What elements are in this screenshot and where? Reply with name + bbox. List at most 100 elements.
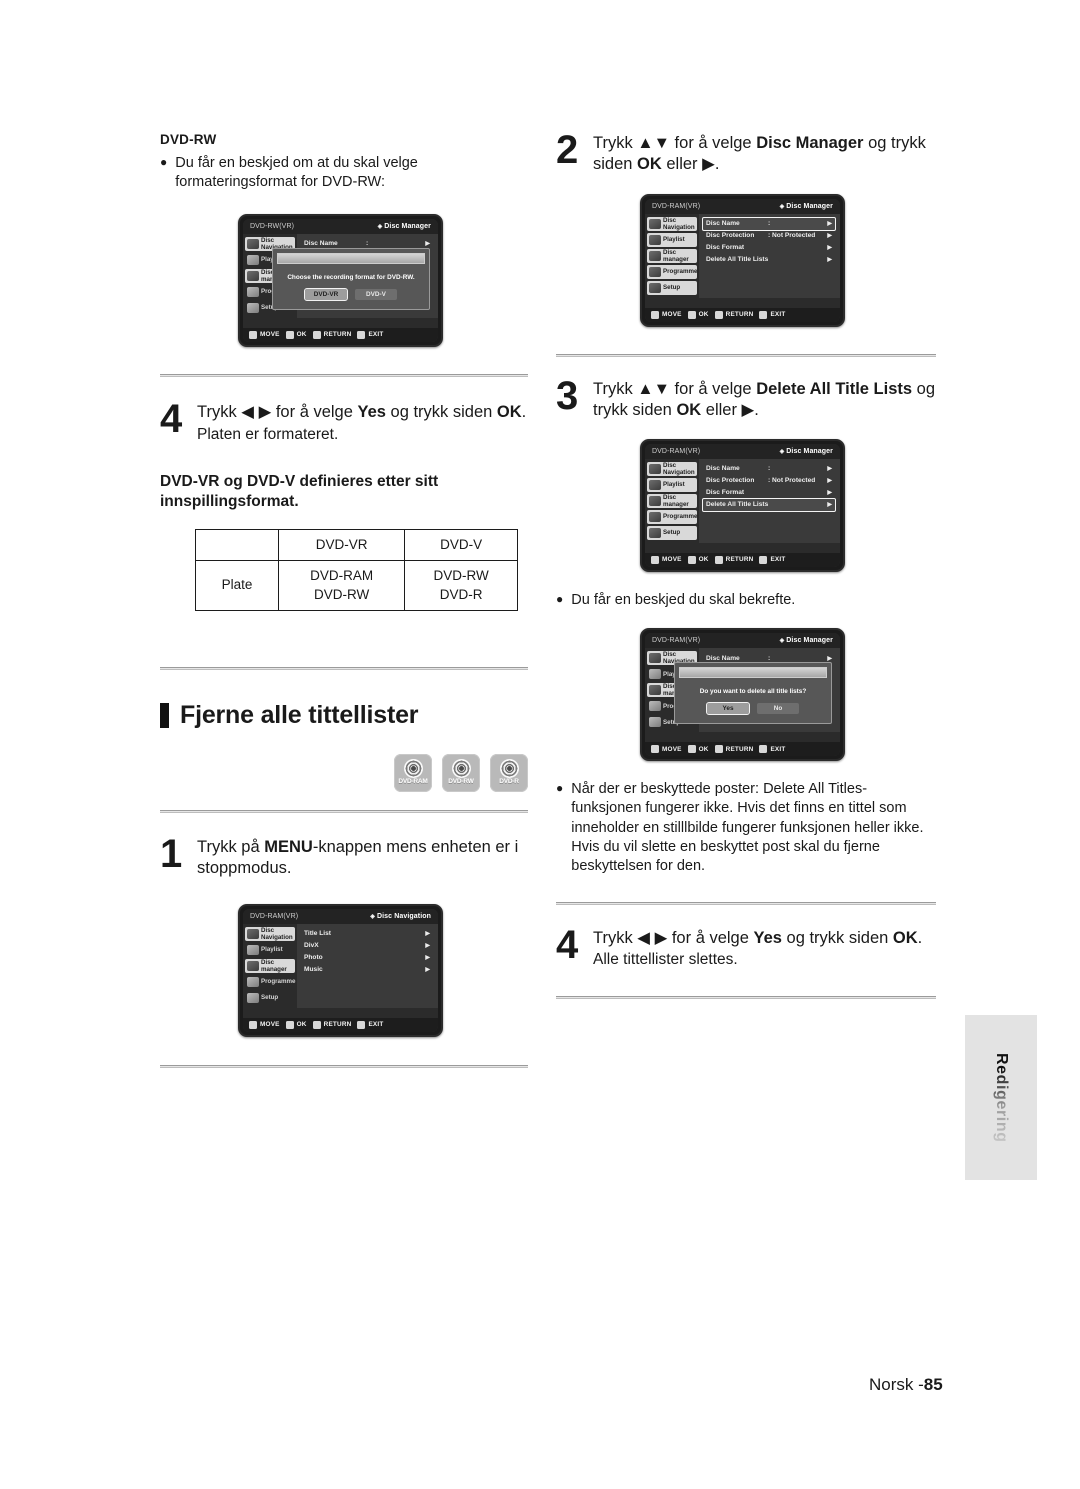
osd-sidebar-item-setup[interactable]: Setup (245, 991, 295, 1005)
foot-return: RETURN (714, 745, 754, 754)
osd-sidebar-item-setup[interactable]: Setup (647, 280, 697, 295)
osd-sidebar-item-disc-navigation[interactable]: Disc Navigation (245, 926, 295, 941)
dialog-yes-button[interactable]: Yes (706, 702, 750, 716)
step-number: 3 (556, 373, 578, 418)
osd-disc-label: DVD-RAM(VR) (652, 447, 701, 455)
move-key-icon (249, 1020, 257, 1029)
osd-row-delete-all-title-lists[interactable]: Delete All Title Lists ▶ (703, 254, 835, 266)
osd-row-photo[interactable]: Photo ▶ (301, 952, 433, 964)
disc-manager-icon (649, 250, 661, 261)
setup-gear-icon (649, 527, 661, 538)
programme-icon (649, 266, 661, 277)
osd-screen-title: ◈ Disc Navigation (370, 912, 431, 920)
osd-footbar: MOVE OK RETURN EXIT (645, 307, 840, 322)
osd-row-disc-format[interactable]: Disc Format ▶ (703, 487, 835, 499)
setup-gear-icon (247, 302, 259, 313)
page-footer: Norsk -85 (869, 1375, 943, 1395)
setup-gear-icon (247, 992, 259, 1003)
osd-sidebar-item-programme[interactable]: Programme (647, 509, 697, 524)
manual-page: DVD-RW ● Du får en beskjed om at du skal… (0, 0, 1080, 1489)
right-bullet-confirm: ● Du får en beskjed du skal bekrefte. (556, 591, 936, 610)
table-header-dvd-vr: DVD-VR (277, 528, 406, 561)
chevron-right-icon: ▶ (827, 502, 832, 509)
diamond-icon: ◈ (779, 203, 785, 210)
divider-rule-1 (160, 373, 528, 377)
badge-dvd-ram: DVD-RAM (394, 753, 432, 792)
osd-sidebar-item-disc-manager[interactable]: Disc manager (647, 493, 697, 508)
setup-gear-icon (649, 717, 661, 728)
confirm-dialog: Do you want to delete all title lists? Y… (674, 662, 832, 725)
osd-sidebar-item-playlist[interactable]: Playlist (647, 477, 697, 492)
osd-sidebar-item-disc-navigation[interactable]: Disc Navigation (647, 216, 697, 231)
left-right-arrow-icon: ◀ ▶ (241, 402, 272, 421)
move-key-icon (651, 555, 659, 564)
setup-gear-icon (649, 282, 661, 293)
foot-return: RETURN (714, 555, 754, 564)
chevron-right-icon: ▶ (425, 967, 430, 974)
dialog-dvd-v-button[interactable]: DVD-V (355, 288, 397, 300)
osd-sidebar-item-setup[interactable]: Setup (647, 525, 697, 540)
dialog-dvd-vr-button[interactable]: DVD-VR (304, 287, 348, 301)
step-number: 1 (160, 831, 182, 876)
bullet-dot-icon: ● (556, 591, 564, 606)
playlist-icon (649, 234, 661, 245)
osd-spacer (645, 732, 840, 743)
plate-table: DVD-VR DVD-V Plate DVD-RAM DVD-RW DVD-RW D… (195, 528, 518, 611)
osd-footbar: MOVE OK RETURN EXIT (243, 327, 438, 342)
osd-row-divx[interactable]: DivX ▶ (301, 940, 433, 952)
chevron-right-icon: ▶ (425, 943, 430, 950)
osd-row-music[interactable]: Music ▶ (301, 964, 433, 976)
osd-row-title-list[interactable]: Title List ▶ (301, 928, 433, 940)
step-2-right: 2 Trykk ▲▼ for å velge Disc Manager og t… (556, 130, 936, 175)
osd-screen-format-choice: DVD-RW(VR) ◈Disc Manager Disc Navigation… (238, 213, 528, 347)
osd-disc-label: DVD-RAM(VR) (652, 202, 701, 210)
osd-row-disc-protection[interactable]: Disc Protection: Not Protected ▶ (703, 475, 835, 487)
osd-sidebar-item-programme[interactable]: Programme (647, 264, 697, 279)
osd-sidebar-item-playlist[interactable]: Playlist (647, 232, 697, 247)
step-body: Trykk ◀ ▶ for å velge Yes og trykk siden… (593, 927, 936, 971)
foot-return: RETURN (312, 330, 352, 339)
osd-sidebar: Disc Navigation Playlist Disc manager Pr… (645, 458, 699, 543)
osd-row-disc-name[interactable]: Disc Name: ▶ (703, 463, 835, 475)
ok-key-icon (687, 745, 696, 754)
osd-row-disc-format[interactable]: Disc Format ▶ (703, 242, 835, 254)
dialog-no-button[interactable]: No (757, 703, 799, 715)
foot-exit: EXIT (759, 555, 785, 564)
return-key-icon (714, 310, 723, 319)
chevron-right-icon: ▶ (827, 490, 832, 497)
return-key-icon (312, 1020, 321, 1029)
osd-sidebar-item-disc-manager[interactable]: Disc manager (245, 958, 295, 973)
osd-sidebar-item-playlist[interactable]: Playlist (245, 943, 295, 957)
osd-footbar: MOVE OK RETURN EXIT (645, 742, 840, 757)
osd-sidebar-item-programme[interactable]: Programme (245, 975, 295, 989)
move-key-icon (651, 310, 659, 319)
exit-key-icon (357, 1020, 366, 1029)
left-column: DVD-RW ● Du får en beskjed om at du skal… (160, 132, 528, 1068)
playlist-icon (247, 254, 259, 265)
osd-content: Disc Name: ▶ Disc Protection: Not Protect… (699, 214, 840, 298)
badge-dvd-rw: DVD-RW (442, 753, 480, 792)
ok-key-icon (285, 1020, 294, 1029)
osd-sidebar-item-disc-navigation[interactable]: Disc Navigation (647, 461, 697, 476)
osd-row-disc-protection[interactable]: Disc Protection: Not Protected ▶ (703, 230, 835, 242)
chevron-right-icon: ▶ (827, 245, 832, 252)
chevron-right-icon: ▶ (827, 257, 832, 264)
foot-return: RETURN (312, 1020, 352, 1029)
chevron-right-icon: ▶ (425, 955, 430, 962)
programme-icon (247, 976, 259, 987)
osd-row-delete-all-title-lists[interactable]: Delete All Title Lists ▶ (702, 497, 836, 512)
osd-row-disc-name[interactable]: Disc Name: ▶ (702, 216, 836, 231)
chevron-right-icon: ▶ (827, 478, 832, 485)
disc-navigation-icon (649, 653, 661, 664)
disc-navigation-icon (649, 218, 661, 229)
table-row-header: DVD-VR DVD-V (195, 528, 518, 561)
chevron-right-icon: ▶ (425, 241, 430, 248)
osd-content: Disc Name: ▶ Disc Protection: Not Protect… (699, 459, 840, 543)
right-column: 2 Trykk ▲▼ for å velge Disc Manager og t… (556, 130, 936, 999)
divider-rule-r1 (556, 353, 936, 357)
foot-ok: OK (285, 330, 307, 339)
disc-navigation-icon (649, 463, 661, 474)
osd-sidebar-item-disc-manager[interactable]: Disc manager (647, 248, 697, 263)
format-note: DVD-VR og DVD-V definieres etter sitt in… (160, 472, 439, 510)
step-4-left: 4 Trykk ◀ ▶ for å velge Yes og trykk sid… (160, 399, 528, 445)
